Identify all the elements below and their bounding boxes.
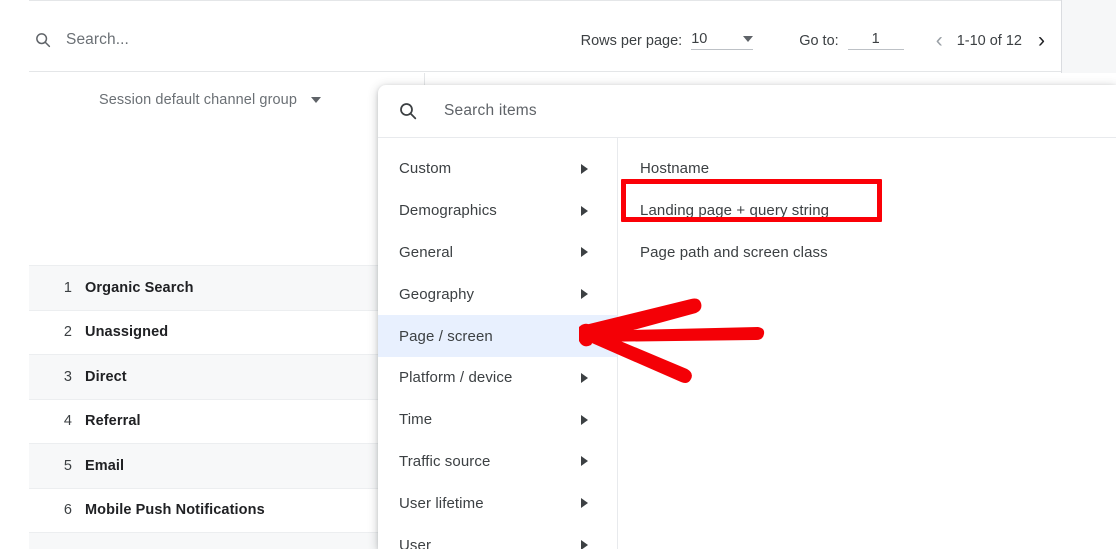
row-label: Mobile Push Notifications: [85, 502, 265, 519]
menu-item-label: Platform / device: [399, 369, 513, 387]
chevron-right-icon: [581, 289, 588, 300]
menu-item-user-lifetime[interactable]: User lifetime: [378, 482, 617, 524]
menu-item-traffic-source[interactable]: Traffic source: [378, 441, 617, 483]
submenu-item-page-path-screen-class[interactable]: Page path and screen class: [618, 232, 1116, 274]
screenshot-root: Search... Rows per page: 10 Go to: 1 ‹ 1…: [0, 0, 1116, 549]
chevron-right-icon: [581, 414, 588, 425]
chevron-right-icon: [581, 456, 588, 467]
row-index: 5: [63, 457, 72, 474]
row-index: 2: [63, 324, 72, 341]
chevron-down-icon: [310, 97, 321, 103]
goto-page-input[interactable]: 1: [847, 31, 904, 50]
row-label: Unassigned: [85, 324, 169, 341]
chevron-right-icon: [581, 331, 588, 342]
menu-item-demographics[interactable]: Demographics: [378, 190, 617, 232]
menu-item-platform-device[interactable]: Platform / device: [378, 357, 617, 399]
chevron-right-icon: [581, 205, 588, 216]
menu-category-list: Custom Demographics General Geography Pa…: [378, 138, 618, 549]
row-label: Referral: [85, 413, 141, 430]
pagination-range-label: 1-10 of 12: [956, 32, 1022, 49]
rows-per-page-label: Rows per page:: [580, 32, 683, 49]
chevron-right-icon: [581, 372, 588, 383]
submenu-item-label: Landing page + query string: [640, 202, 830, 220]
menu-item-custom[interactable]: Custom: [378, 148, 617, 190]
search-icon: [400, 103, 417, 120]
row-index: 1: [63, 279, 72, 296]
chevron-right-icon: [581, 498, 588, 509]
dimension-picker-menu: Search items Custom Demographics General…: [378, 85, 1116, 549]
row-index: 4: [63, 413, 72, 430]
menu-search-field[interactable]: Search items: [378, 85, 1116, 138]
chevron-down-icon: [743, 36, 754, 42]
menu-item-label: Custom: [399, 160, 452, 178]
right-gutter-panel: [1061, 0, 1116, 73]
menu-item-label: Demographics: [399, 202, 497, 220]
menu-item-page-screen[interactable]: Page / screen: [378, 315, 617, 357]
menu-item-time[interactable]: Time: [378, 399, 617, 441]
menu-item-label: User: [399, 536, 432, 549]
next-page-icon[interactable]: ›: [1032, 30, 1051, 51]
search-icon: [36, 33, 51, 48]
rows-per-page-value: 10: [691, 31, 708, 47]
chevron-right-icon: [581, 540, 588, 549]
menu-item-label: General: [399, 243, 454, 261]
submenu-item-label: Hostname: [640, 160, 710, 178]
submenu-item-hostname[interactable]: Hostname: [618, 148, 1116, 190]
rows-per-page-select[interactable]: 10: [691, 31, 754, 50]
menu-item-label: Page / screen: [399, 327, 493, 345]
row-index: 3: [63, 368, 72, 385]
menu-submenu-list: Hostname Landing page + query string Pag…: [618, 138, 1116, 549]
goto-label: Go to:: [799, 32, 839, 49]
menu-item-label: Traffic source: [399, 452, 491, 470]
pagination-controls: Rows per page: 10 Go to: 1 ‹ 1-10 of 12 …: [581, 30, 1051, 51]
row-label: Direct: [85, 368, 127, 385]
menu-item-geography[interactable]: Geography: [378, 273, 617, 315]
menu-item-general[interactable]: General: [378, 232, 617, 274]
submenu-item-landing-page-query-string[interactable]: Landing page + query string: [618, 190, 1116, 232]
menu-item-label: Geography: [399, 285, 475, 303]
table-toolbar: Search... Rows per page: 10 Go to: 1 ‹ 1…: [29, 0, 1061, 72]
menu-search-input-placeholder[interactable]: Search items: [444, 102, 537, 120]
menu-item-label: Time: [399, 411, 433, 429]
search-field[interactable]: Search...: [34, 31, 129, 49]
menu-body: Custom Demographics General Geography Pa…: [378, 138, 1116, 549]
row-label: Organic Search: [85, 279, 194, 296]
chevron-right-icon: [581, 247, 588, 258]
menu-item-label: User lifetime: [399, 494, 484, 512]
chevron-right-icon: [581, 163, 588, 174]
row-index: 6: [63, 502, 72, 519]
menu-item-user[interactable]: User: [378, 524, 617, 549]
submenu-item-label: Page path and screen class: [640, 243, 828, 261]
row-label: Email: [85, 457, 125, 474]
search-input-placeholder[interactable]: Search...: [66, 31, 129, 49]
previous-page-icon[interactable]: ‹: [930, 30, 949, 51]
dimension-column-header[interactable]: Session default channel group: [99, 92, 321, 108]
dimension-header-label: Session default channel group: [99, 92, 297, 108]
